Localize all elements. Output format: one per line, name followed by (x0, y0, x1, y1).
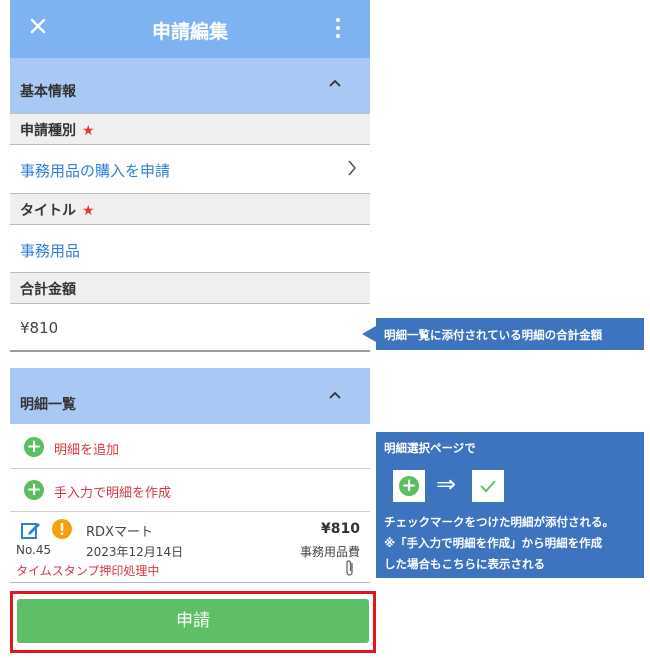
details-section-header[interactable]: 明細一覧 (10, 368, 370, 424)
plus-circle-icon: + (24, 480, 44, 500)
total-amount-callout: 明細一覧に添付されている明細の合計金額 (376, 318, 644, 350)
item-date: 2023年12月14日 (86, 545, 184, 559)
page-title: 申請編集 (151, 21, 228, 43)
submit-button[interactable]: 申請 (17, 599, 369, 643)
select-line3: した場合もこちらに表示される (384, 557, 545, 571)
title-label-row: タイトル ★ (10, 193, 370, 225)
check-illustration (472, 470, 504, 502)
select-line1: チェックマークをつけた明細が添付される。 (384, 515, 614, 529)
chevron-up-icon[interactable] (328, 390, 342, 400)
title-value[interactable]: 事務用品 (20, 240, 380, 261)
item-category: 事務用品費 (299, 545, 360, 559)
basic-info-section-header[interactable]: 基本情報 (10, 58, 370, 113)
item-status: タイムスタンプ押印処理中 (16, 564, 160, 578)
more-vertical-icon[interactable] (332, 17, 344, 39)
app-header: 申請編集 (10, 0, 370, 58)
request-type-value[interactable]: 事務用品の購入を申請 (20, 160, 350, 181)
total-amount-label: 合計金額 (20, 282, 76, 298)
manual-create-label: 手入力で明細を作成 (54, 486, 172, 501)
basic-info-label: 基本情報 (20, 84, 76, 100)
request-type-label-row: 申請種別 ★ (10, 113, 370, 145)
chevron-right-icon[interactable] (346, 159, 358, 177)
warning-icon (52, 519, 72, 539)
attachment-icon (346, 560, 353, 576)
detail-list-item[interactable]: RDXマート ¥810 No.45 2023年12月14日 事務用品費 タイムス… (10, 512, 370, 583)
title-label: タイトル ★ (20, 203, 95, 219)
item-number: No.45 (16, 543, 52, 557)
add-detail-label: 明細を追加 (54, 443, 120, 458)
select-title: 明細選択ページで (384, 441, 476, 455)
callout-pointer (362, 326, 376, 342)
item-amount: ¥810 (321, 521, 360, 537)
request-type-label: 申請種別 ★ (20, 123, 95, 139)
add-illustration: + (393, 470, 425, 502)
arrow-right-icon: ⇒ (436, 470, 457, 498)
plus-circle-icon: + (399, 476, 419, 496)
divider (10, 350, 370, 352)
manual-create-button[interactable]: + 手入力で明細を作成 (10, 469, 370, 512)
app-screen: 申請編集 基本情報 申請種別 ★ 事務用品の購入を申請 タイトル ★ 事務用品 合計… (10, 0, 376, 658)
total-amount-value: ¥810 (20, 319, 59, 337)
checkmark-icon (480, 480, 496, 493)
select-line2: ※「手入力で明細を作成」から明細を作成 (384, 536, 603, 550)
item-store: RDXマート (86, 525, 153, 540)
add-detail-button[interactable]: + 明細を追加 (10, 426, 370, 469)
details-label: 明細一覧 (20, 397, 76, 413)
required-star-icon: ★ (82, 123, 95, 139)
total-amount-note: 明細一覧に添付されている明細の合計金額 (384, 328, 603, 342)
total-amount-label-row: 合計金額 (10, 272, 370, 304)
plus-circle-icon: + (24, 437, 44, 457)
chevron-up-icon[interactable] (328, 78, 342, 88)
edit-icon[interactable] (20, 519, 42, 541)
required-star-icon: ★ (82, 203, 95, 219)
submit-highlight-frame: 申請 (10, 591, 376, 653)
detail-select-callout: 明細選択ページで + ⇒ チェックマークをつけた明細が添付される。 ※「手入力で… (376, 432, 644, 578)
